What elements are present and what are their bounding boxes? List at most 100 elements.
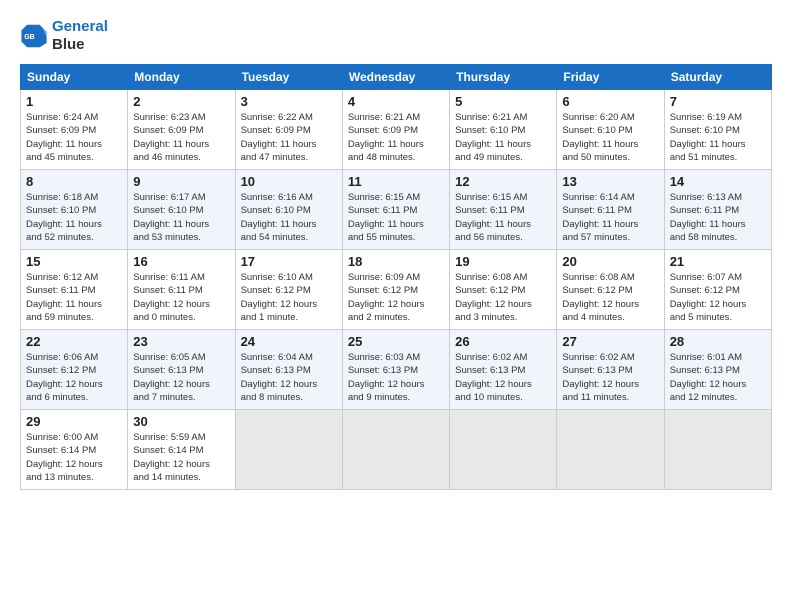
day-info: Sunrise: 6:10 AMSunset: 6:12 PMDaylight:… [241,271,337,324]
calendar-cell: 17 Sunrise: 6:10 AMSunset: 6:12 PMDayligh… [235,250,342,330]
day-number: 22 [26,334,122,349]
day-number: 27 [562,334,658,349]
day-info: Sunrise: 6:11 AMSunset: 6:11 PMDaylight:… [133,271,229,324]
day-number: 15 [26,254,122,269]
day-info: Sunrise: 6:00 AMSunset: 6:14 PMDaylight:… [26,431,122,484]
day-number: 18 [348,254,444,269]
day-info: Sunrise: 6:15 AMSunset: 6:11 PMDaylight:… [455,191,551,244]
day-info: Sunrise: 6:17 AMSunset: 6:10 PMDaylight:… [133,191,229,244]
calendar-cell: 28 Sunrise: 6:01 AMSunset: 6:13 PMDayligh… [664,330,771,410]
day-info: Sunrise: 6:08 AMSunset: 6:12 PMDaylight:… [455,271,551,324]
col-header-friday: Friday [557,65,664,90]
day-number: 6 [562,94,658,109]
calendar-cell [450,410,557,490]
day-info: Sunrise: 6:20 AMSunset: 6:10 PMDaylight:… [562,111,658,164]
day-info: Sunrise: 6:14 AMSunset: 6:11 PMDaylight:… [562,191,658,244]
day-info: Sunrise: 6:21 AMSunset: 6:09 PMDaylight:… [348,111,444,164]
calendar-cell: 7Sunrise: 6:19 AMSunset: 6:10 PMDaylight… [664,90,771,170]
day-info: Sunrise: 6:22 AMSunset: 6:09 PMDaylight:… [241,111,337,164]
day-number: 20 [562,254,658,269]
calendar-cell: 8 Sunrise: 6:18 AMSunset: 6:10 PMDaylight… [21,170,128,250]
header: GB General Blue [20,18,772,54]
calendar-table: SundayMondayTuesdayWednesdayThursdayFrid… [20,64,772,490]
calendar-cell: 14 Sunrise: 6:13 AMSunset: 6:11 PMDayligh… [664,170,771,250]
logo-text: General Blue [52,18,108,54]
calendar-cell: 1 Sunrise: 6:24 AMSunset: 6:09 PMDaylight… [21,90,128,170]
day-number: 11 [348,174,444,189]
day-number: 16 [133,254,229,269]
calendar-cell: 15 Sunrise: 6:12 AMSunset: 6:11 PMDayligh… [21,250,128,330]
day-number: 23 [133,334,229,349]
calendar-cell [342,410,449,490]
day-number: 3 [241,94,337,109]
col-header-thursday: Thursday [450,65,557,90]
day-info: Sunrise: 6:02 AMSunset: 6:13 PMDaylight:… [562,351,658,404]
logo-icon: GB [20,22,48,50]
calendar-cell: 12 Sunrise: 6:15 AMSunset: 6:11 PMDayligh… [450,170,557,250]
day-number: 10 [241,174,337,189]
calendar-cell: 26Sunrise: 6:02 AMSunset: 6:13 PMDayligh… [450,330,557,410]
day-number: 4 [348,94,444,109]
col-header-monday: Monday [128,65,235,90]
day-info: Sunrise: 6:08 AMSunset: 6:12 PMDaylight:… [562,271,658,324]
calendar-cell: 16 Sunrise: 6:11 AMSunset: 6:11 PMDayligh… [128,250,235,330]
day-number: 30 [133,414,229,429]
calendar-cell: 23Sunrise: 6:05 AMSunset: 6:13 PMDayligh… [128,330,235,410]
calendar-cell: 29 Sunrise: 6:00 AMSunset: 6:14 PMDayligh… [21,410,128,490]
day-info: Sunrise: 6:02 AMSunset: 6:13 PMDaylight:… [455,351,551,404]
day-number: 12 [455,174,551,189]
col-header-saturday: Saturday [664,65,771,90]
calendar-cell: 6 Sunrise: 6:20 AMSunset: 6:10 PMDaylight… [557,90,664,170]
calendar-cell: 27 Sunrise: 6:02 AMSunset: 6:13 PMDayligh… [557,330,664,410]
calendar-cell: 22 Sunrise: 6:06 AMSunset: 6:12 PMDayligh… [21,330,128,410]
day-number: 24 [241,334,337,349]
calendar-cell: 10 Sunrise: 6:16 AMSunset: 6:10 PMDayligh… [235,170,342,250]
col-header-tuesday: Tuesday [235,65,342,90]
day-info: Sunrise: 5:59 AMSunset: 6:14 PMDaylight:… [133,431,229,484]
calendar-cell [664,410,771,490]
day-number: 29 [26,414,122,429]
day-number: 19 [455,254,551,269]
day-info: Sunrise: 6:13 AMSunset: 6:11 PMDaylight:… [670,191,766,244]
calendar-cell: 2Sunrise: 6:23 AMSunset: 6:09 PMDaylight… [128,90,235,170]
col-header-wednesday: Wednesday [342,65,449,90]
day-info: Sunrise: 6:09 AMSunset: 6:12 PMDaylight:… [348,271,444,324]
day-info: Sunrise: 6:07 AMSunset: 6:12 PMDaylight:… [670,271,766,324]
page: GB General Blue SundayMondayTuesdayWedne… [0,0,792,612]
day-info: Sunrise: 6:16 AMSunset: 6:10 PMDaylight:… [241,191,337,244]
day-number: 17 [241,254,337,269]
day-info: Sunrise: 6:03 AMSunset: 6:13 PMDaylight:… [348,351,444,404]
calendar-cell: 24 Sunrise: 6:04 AMSunset: 6:13 PMDayligh… [235,330,342,410]
day-info: Sunrise: 6:24 AMSunset: 6:09 PMDaylight:… [26,111,122,164]
day-number: 13 [562,174,658,189]
calendar-cell: 5 Sunrise: 6:21 AMSunset: 6:10 PMDaylight… [450,90,557,170]
calendar-cell: 25Sunrise: 6:03 AMSunset: 6:13 PMDayligh… [342,330,449,410]
day-info: Sunrise: 6:06 AMSunset: 6:12 PMDaylight:… [26,351,122,404]
calendar-cell [235,410,342,490]
day-number: 9 [133,174,229,189]
calendar-cell: 21 Sunrise: 6:07 AMSunset: 6:12 PMDayligh… [664,250,771,330]
calendar-cell: 20 Sunrise: 6:08 AMSunset: 6:12 PMDayligh… [557,250,664,330]
calendar-cell: 11 Sunrise: 6:15 AMSunset: 6:11 PMDayligh… [342,170,449,250]
logo: GB General Blue [20,18,108,54]
day-info: Sunrise: 6:18 AMSunset: 6:10 PMDaylight:… [26,191,122,244]
day-info: Sunrise: 6:12 AMSunset: 6:11 PMDaylight:… [26,271,122,324]
day-number: 28 [670,334,766,349]
day-number: 1 [26,94,122,109]
calendar-cell: 4 Sunrise: 6:21 AMSunset: 6:09 PMDaylight… [342,90,449,170]
day-number: 8 [26,174,122,189]
day-number: 14 [670,174,766,189]
day-number: 21 [670,254,766,269]
calendar-cell: 9 Sunrise: 6:17 AMSunset: 6:10 PMDaylight… [128,170,235,250]
day-info: Sunrise: 6:23 AMSunset: 6:09 PMDaylight:… [133,111,229,164]
calendar-cell: 19 Sunrise: 6:08 AMSunset: 6:12 PMDayligh… [450,250,557,330]
day-info: Sunrise: 6:15 AMSunset: 6:11 PMDaylight:… [348,191,444,244]
day-info: Sunrise: 6:01 AMSunset: 6:13 PMDaylight:… [670,351,766,404]
day-number: 5 [455,94,551,109]
svg-text:GB: GB [24,34,35,41]
calendar-cell: 13 Sunrise: 6:14 AMSunset: 6:11 PMDayligh… [557,170,664,250]
day-info: Sunrise: 6:21 AMSunset: 6:10 PMDaylight:… [455,111,551,164]
calendar-cell [557,410,664,490]
calendar-cell: 18 Sunrise: 6:09 AMSunset: 6:12 PMDayligh… [342,250,449,330]
day-info: Sunrise: 6:04 AMSunset: 6:13 PMDaylight:… [241,351,337,404]
